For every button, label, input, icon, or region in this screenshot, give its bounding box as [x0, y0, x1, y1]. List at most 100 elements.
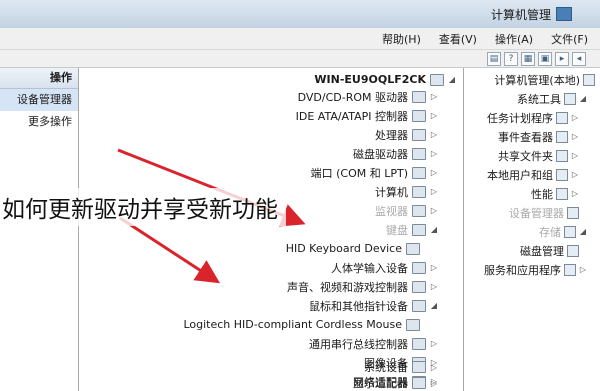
tree-item[interactable]: ▷ 处理器 [375, 125, 438, 144]
expand-icon[interactable]: ▷ [430, 363, 438, 372]
menu-view[interactable]: 查看(V) [439, 31, 477, 47]
nav-item[interactable]: ▷ 性能 [531, 184, 579, 203]
usb-icon [412, 337, 426, 350]
tree-item-label: 鼠标和其他指针设备 [309, 299, 408, 313]
tree-item[interactable]: ◢ 鼠标和其他指针设备 [309, 296, 438, 315]
actions-device-manager[interactable]: 设备管理器 [0, 89, 78, 111]
system-device-icon [412, 361, 426, 373]
expand-icon[interactable]: ▷ [430, 263, 438, 272]
actions-more[interactable]: 更多操作 [0, 111, 78, 133]
expand-icon[interactable]: ▷ [571, 113, 579, 122]
nav-item-label: 磁盘管理 [520, 244, 564, 258]
expand-icon[interactable]: ▷ [430, 339, 438, 348]
expand-icon[interactable]: ▷ [571, 189, 579, 198]
tree-item[interactable]: HID Keyboard Device [286, 239, 420, 258]
forward-icon[interactable]: ▸ [555, 51, 569, 66]
menu-file[interactable]: 文件(F) [551, 31, 588, 47]
services-icon [564, 263, 576, 276]
tree-item-label: 处理器 [375, 128, 408, 142]
hid-icon [412, 261, 426, 274]
keyboard-icon [406, 242, 420, 255]
expand-icon[interactable]: ▷ [430, 111, 438, 120]
clock-icon [556, 111, 568, 124]
properties-icon[interactable]: ▦ [521, 51, 535, 66]
actions-header: 操作 [0, 68, 78, 89]
collapse-icon[interactable]: ◢ [579, 227, 587, 236]
menu-action[interactable]: 操作(A) [495, 31, 533, 47]
collapse-icon[interactable]: ◢ [579, 94, 587, 103]
expand-icon[interactable]: ▷ [571, 151, 579, 160]
collapse-icon[interactable]: ◢ [448, 75, 456, 84]
show-tree-icon[interactable]: ▤ [487, 51, 501, 66]
tree-item-label: HID Keyboard Device [285, 242, 402, 255]
expand-icon[interactable]: ▷ [430, 130, 438, 139]
nav-item-label: 本地用户和组 [487, 168, 553, 182]
nav-item-device-manager[interactable]: 设备管理器 [509, 203, 579, 222]
tree-item[interactable]: Logitech HID-compliant Cordless Mouse [183, 315, 420, 334]
tree-item-label: Logitech HID-compliant Cordless Mouse [183, 318, 402, 331]
expand-icon[interactable]: ▷ [430, 379, 438, 388]
shared-folder-icon [556, 149, 568, 162]
nav-item[interactable]: ◢ 系统工具 [517, 89, 587, 108]
tree-item[interactable]: ▷ 系统设备 [364, 359, 438, 375]
nav-item-label: 设备管理器 [509, 206, 564, 220]
collapse-icon[interactable]: ◢ [430, 301, 438, 310]
nav-item-label: 性能 [531, 187, 553, 201]
window-title: 计算机管理 [490, 7, 551, 22]
tree-item-label: 监视器 [375, 204, 408, 218]
tree-item[interactable]: ▷ 监视器 [375, 201, 438, 220]
computer-management-icon [583, 73, 595, 86]
nav-item-label: 计算机管理(本地) [494, 73, 580, 87]
up-folder-icon[interactable]: ▣ [538, 51, 552, 66]
tree-item[interactable]: ▷ 人体学输入设备 [331, 258, 438, 277]
nav-item[interactable]: ▷ 共享文件夹 [498, 146, 579, 165]
tree-item[interactable]: ▷ 声音、视频和游戏控制器 [287, 277, 438, 296]
tree-item[interactable]: ◢ 键盘 [386, 220, 438, 239]
nav-item[interactable]: ▷ 服务和应用程序 [484, 260, 587, 279]
expand-icon[interactable]: ▷ [430, 168, 438, 177]
nav-item[interactable]: ◢ 存储 [539, 222, 587, 241]
tree-item-label: 人体学输入设备 [331, 261, 408, 275]
nav-item[interactable]: ▷ 本地用户和组 [487, 165, 579, 184]
back-icon[interactable]: ◂ [572, 51, 586, 66]
expand-icon[interactable]: ▷ [430, 206, 438, 215]
tree-item[interactable]: ▷ 计算机 [375, 182, 438, 201]
help-icon[interactable]: ? [504, 51, 518, 66]
expand-icon[interactable]: ▷ [430, 92, 438, 101]
monitor-icon [412, 204, 426, 217]
expand-icon[interactable]: ▷ [579, 265, 587, 274]
nav-item[interactable]: ▷ 任务计划程序 [487, 108, 579, 127]
expand-icon[interactable]: ▷ [430, 149, 438, 158]
tree-item[interactable]: ▷ 通用串行总线控制器 [309, 334, 438, 353]
tree-item-label: 键盘 [386, 223, 408, 237]
disk-drive-icon [412, 147, 426, 160]
tree-item-label: 磁盘驱动器 [353, 147, 408, 161]
nav-item[interactable]: ▷ 事件查看器 [498, 127, 579, 146]
nav-item-label: 事件查看器 [498, 130, 553, 144]
expand-icon[interactable]: ▷ [430, 282, 438, 291]
tree-item[interactable]: ▷ DVD/CD-ROM 驱动器 [298, 87, 438, 106]
tree-item[interactable]: ▷ 显示适配器 [353, 375, 438, 391]
expand-icon[interactable]: ▷ [430, 187, 438, 196]
nav-item[interactable]: 磁盘管理 [520, 241, 579, 260]
users-icon [556, 168, 568, 181]
nav-item-label: 任务计划程序 [487, 111, 553, 125]
tree-item[interactable]: ▷ 磁盘驱动器 [353, 144, 438, 163]
tree-item[interactable]: ▷ IDE ATA/ATAPI 控制器 [296, 106, 438, 125]
nav-item[interactable]: 计算机管理(本地) [494, 70, 595, 89]
navigation-tree: 计算机管理(本地) ◢ 系统工具 ▷ 任务计划程序 ▷ 事件查看器 ▷ 共享文件夹 ▷ 本… [463, 68, 600, 391]
menu-help[interactable]: 帮助(H) [382, 31, 421, 47]
computer-icon [412, 185, 426, 198]
tree-item-label: 声音、视频和游戏控制器 [287, 280, 408, 294]
collapse-icon[interactable]: ◢ [430, 225, 438, 234]
sound-icon [412, 280, 426, 293]
actions-pane: 操作 设备管理器 更多操作 [0, 68, 79, 391]
tree-item-label: DVD/CD-ROM 驱动器 [297, 90, 408, 104]
toolbar: ▤ ? ▦ ▣ ▸ ◂ [0, 50, 600, 68]
nav-item-label: 系统工具 [517, 92, 561, 106]
expand-icon[interactable]: ▷ [571, 170, 579, 179]
expand-icon[interactable]: ▷ [571, 132, 579, 141]
dvd-icon [412, 90, 426, 103]
menu-bar: 帮助(H) 查看(V) 操作(A) 文件(F) [0, 28, 600, 50]
tree-item[interactable]: ▷ 端口 (COM 和 LPT) [311, 163, 438, 182]
